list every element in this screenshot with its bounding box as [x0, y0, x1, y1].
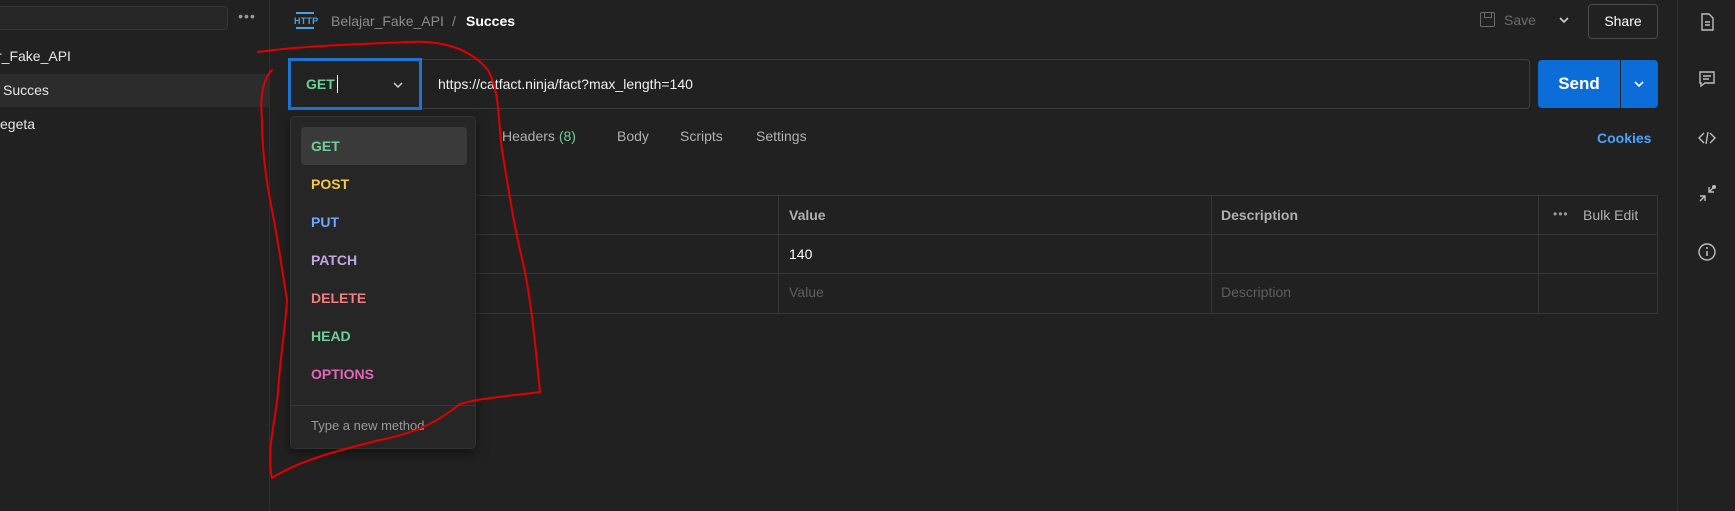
sidebar-item-label: Succes: [3, 82, 49, 98]
method-value: GET: [306, 76, 335, 92]
sidebar-search-input[interactable]: [0, 6, 228, 30]
text-cursor: [337, 75, 338, 93]
send-options-chevron-down-icon[interactable]: [1621, 60, 1658, 108]
new-method-input[interactable]: Type a new method: [311, 418, 424, 433]
request-tabs: Headers (8) Body Scripts Settings: [270, 128, 1670, 152]
tab-headers[interactable]: Headers (8): [502, 128, 576, 144]
column-divider: [778, 196, 779, 314]
column-header-value: Value: [789, 207, 826, 223]
sidebar-item-request[interactable]: egeta: [0, 108, 269, 141]
chevron-down-icon: [391, 78, 405, 92]
headers-count-badge: (8): [558, 128, 576, 144]
method-option-put[interactable]: PUT: [301, 203, 467, 241]
column-divider: [1538, 196, 1539, 314]
param-value-cell[interactable]: 140: [789, 246, 812, 262]
comment-icon[interactable]: [1697, 69, 1717, 89]
method-option-head[interactable]: HEAD: [301, 317, 467, 355]
method-option-get[interactable]: GET: [301, 127, 467, 165]
code-icon[interactable]: [1697, 128, 1717, 148]
sidebar: ••• r_Fake_API Succes egeta: [0, 0, 270, 511]
bulk-edit-button[interactable]: Bulk Edit: [1583, 207, 1638, 223]
breadcrumb-separator: /: [452, 13, 456, 29]
sidebar-item-label: r_Fake_API: [0, 48, 71, 64]
cookies-link[interactable]: Cookies: [1597, 130, 1651, 146]
table-more-icon[interactable]: •••: [1553, 207, 1569, 221]
sidebar-item-label: egeta: [0, 116, 36, 132]
method-dropdown-menu: GET POST PUT PATCH DELETE HEAD OPTIONS T…: [290, 116, 476, 449]
url-text: https://catfact.ninja/fact?max_length=14…: [438, 76, 693, 92]
breadcrumb-collection[interactable]: Belajar_Fake_API: [331, 13, 444, 29]
save-icon: [1480, 12, 1495, 27]
http-icon: HTTP: [294, 12, 318, 30]
breadcrumb-request-name[interactable]: Succes: [466, 13, 515, 29]
document-icon[interactable]: [1697, 12, 1717, 32]
share-button[interactable]: Share: [1588, 4, 1658, 39]
dropdown-divider: [291, 405, 475, 406]
collapse-icon[interactable]: [1697, 184, 1717, 204]
sidebar-item-succes[interactable]: Succes: [0, 74, 269, 107]
new-param-value-input[interactable]: Value: [789, 284, 824, 300]
params-table: Value Description ••• Bulk Edit 140 Valu…: [460, 195, 1658, 314]
send-button[interactable]: Send: [1538, 60, 1620, 108]
method-option-post[interactable]: POST: [301, 165, 467, 203]
right-rail: [1677, 0, 1735, 511]
sidebar-more-icon[interactable]: •••: [236, 8, 258, 26]
save-button[interactable]: Save: [1480, 10, 1550, 34]
row-divider: [461, 273, 1657, 274]
sidebar-item-collection[interactable]: r_Fake_API: [0, 40, 266, 73]
url-input[interactable]: https://catfact.ninja/fact?max_length=14…: [422, 59, 1530, 109]
row-divider: [461, 234, 1657, 235]
save-label: Save: [1504, 12, 1536, 28]
column-divider: [1211, 196, 1212, 314]
new-param-description-input[interactable]: Description: [1221, 284, 1291, 300]
tab-settings[interactable]: Settings: [756, 128, 807, 144]
method-select[interactable]: GET: [288, 58, 422, 110]
method-option-delete[interactable]: DELETE: [301, 279, 467, 317]
method-option-patch[interactable]: PATCH: [301, 241, 467, 279]
column-header-description: Description: [1221, 207, 1299, 223]
info-icon[interactable]: [1697, 242, 1717, 262]
save-options-chevron-down-icon[interactable]: [1556, 12, 1572, 28]
request-header: HTTP Belajar_Fake_API / Succes Save Shar…: [270, 0, 1677, 44]
tab-scripts[interactable]: Scripts: [680, 128, 723, 144]
tab-body[interactable]: Body: [617, 128, 649, 144]
method-option-options[interactable]: OPTIONS: [301, 355, 467, 393]
